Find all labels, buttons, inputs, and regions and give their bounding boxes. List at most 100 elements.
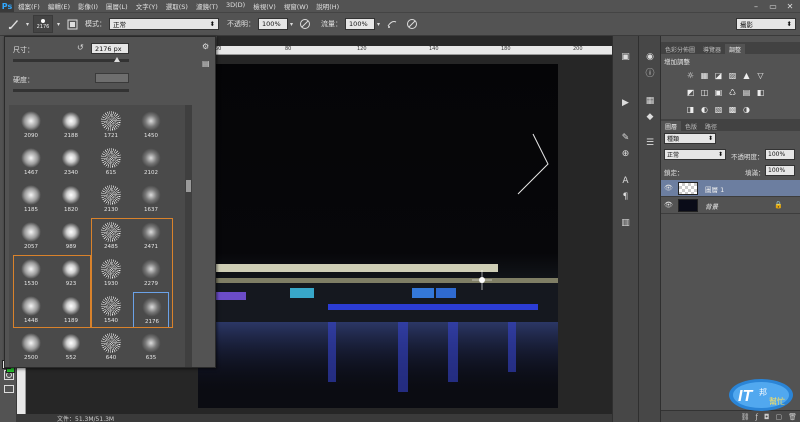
brush-preset[interactable]: 2188 — [53, 107, 89, 143]
menu-item[interactable]: 影像(I) — [74, 1, 102, 11]
tab-histogram[interactable]: 色彩分佈圖 — [661, 44, 699, 54]
tab-channels[interactable]: 色版 — [681, 121, 701, 131]
brush-preset[interactable]: 615 — [93, 144, 129, 180]
brush-preset[interactable]: 2102 — [133, 144, 169, 180]
character-panel-icon[interactable]: A — [618, 174, 633, 187]
adjustment-preset-icon[interactable]: ◩ — [685, 87, 696, 97]
brush-preset[interactable]: 2500 — [13, 329, 49, 365]
brush-preset[interactable]: 989 — [53, 218, 89, 254]
layer-row[interactable]: 👁 圖層 1 — [661, 180, 800, 197]
close-button[interactable]: ✕ — [782, 0, 798, 12]
tab-paths[interactable]: 路徑 — [701, 121, 721, 131]
brush-preset[interactable]: 640 — [93, 329, 129, 365]
adjustment-preset-icon[interactable]: ▩ — [727, 104, 738, 114]
add-mask-icon[interactable]: ◘ — [764, 413, 770, 421]
history-icon[interactable]: ▣ — [618, 50, 633, 63]
brush-preset[interactable]: 635 — [133, 329, 169, 365]
clone-source-icon[interactable]: ⊕ — [618, 147, 633, 160]
pressure-opacity-icon[interactable] — [298, 17, 312, 31]
chevron-down-icon[interactable]: ▾ — [57, 21, 60, 28]
swatches-icon[interactable]: ▦ — [643, 94, 657, 107]
brush-preset[interactable]: 2057 — [13, 218, 49, 254]
brush-preset[interactable]: 1450 — [133, 107, 169, 143]
menu-item[interactable]: 視窗(W) — [280, 1, 313, 11]
brush-preset[interactable]: 2471 — [133, 218, 169, 254]
styles-icon[interactable]: ◆ — [643, 110, 657, 123]
brush-preset[interactable]: 2176 — [133, 292, 169, 328]
brush-preset[interactable]: 552 — [53, 329, 89, 365]
adjustment-preset-icon[interactable]: ▽ — [755, 70, 766, 80]
hardness-slider[interactable] — [13, 89, 129, 92]
scroll-thumb[interactable] — [186, 180, 191, 192]
brush-preset[interactable]: 923 — [53, 255, 89, 291]
layer-kind-filter[interactable]: 種類 ⬍ — [664, 133, 716, 144]
brush-preset[interactable]: 1448 — [13, 292, 49, 328]
brush-preset-picker[interactable]: 2176 — [33, 15, 54, 33]
brush-preset[interactable]: 2279 — [133, 255, 169, 291]
tab-adjustments[interactable]: 調整 — [725, 44, 746, 54]
chevron-down-icon[interactable]: ▾ — [26, 21, 29, 28]
adjustment-preset-icon[interactable]: ▨ — [727, 70, 738, 80]
brush-preset[interactable]: 2130 — [93, 181, 129, 217]
size-slider[interactable] — [13, 59, 129, 62]
layer-row[interactable]: 👁 背景 🔒 — [661, 197, 800, 214]
menu-item[interactable]: 選取(S) — [162, 1, 192, 11]
menu-item[interactable]: 檔案(F) — [14, 1, 44, 11]
layer-opacity-input[interactable]: 100% — [765, 149, 795, 160]
adjustment-preset-icon[interactable]: ◪ — [713, 70, 724, 80]
brush-preset[interactable]: 1540 — [93, 292, 129, 328]
flow-input[interactable]: 100% — [345, 18, 376, 30]
reset-size-icon[interactable]: ↺ — [77, 43, 84, 52]
brush-preset[interactable]: 2485 — [93, 218, 129, 254]
adjustment-preset-icon[interactable]: ◑ — [741, 104, 752, 114]
tab-navigator[interactable]: 導覽器 — [699, 44, 725, 54]
airbrush-icon[interactable] — [385, 17, 399, 31]
fx-icon[interactable]: ƒ — [755, 413, 757, 421]
opacity-input[interactable]: 100% — [258, 18, 289, 30]
brush-preset[interactable]: 1721 — [93, 107, 129, 143]
new-layer-icon[interactable]: ▢ — [775, 413, 782, 421]
trash-icon[interactable]: 🗑 — [788, 413, 797, 421]
navigator-icon[interactable]: ◉ — [643, 50, 657, 63]
brush-tool-icon[interactable] — [7, 17, 21, 31]
adjustment-preset-icon[interactable]: ☼ — [685, 70, 696, 80]
brush-panel-toggle-icon[interactable] — [65, 17, 79, 31]
tab-layers[interactable]: 圖層 — [661, 121, 682, 131]
chevron-down-icon[interactable]: ▾ — [290, 21, 293, 28]
brush-preset[interactable]: 1637 — [133, 181, 169, 217]
brush-preset[interactable]: 2090 — [13, 107, 49, 143]
menu-item[interactable]: 編輯(E) — [44, 1, 74, 11]
gear-icon[interactable]: ⚙ — [202, 42, 209, 51]
brush-preset[interactable]: 1930 — [93, 255, 129, 291]
menu-item[interactable]: 說明(H) — [312, 1, 343, 11]
minimize-button[interactable]: – — [748, 0, 764, 12]
adjustment-preset-icon[interactable]: ◨ — [685, 104, 696, 114]
actions-icon[interactable]: ▶ — [618, 96, 633, 109]
menu-item[interactable]: 3D(D) — [222, 1, 249, 11]
adjustment-preset-icon[interactable]: ◐ — [699, 104, 710, 114]
new-preset-icon[interactable]: ▤ — [202, 59, 210, 68]
hardness-input[interactable] — [95, 73, 129, 83]
brush-preset[interactable]: 2340 — [53, 144, 89, 180]
brush-grid-scrollbar[interactable] — [185, 105, 192, 367]
menu-item[interactable]: 濾鏡(T) — [192, 1, 222, 11]
brush-panel-icon[interactable]: ✎ — [618, 131, 633, 144]
adjustment-preset-icon[interactable]: ◫ — [699, 87, 710, 97]
visibility-eye-icon[interactable]: 👁 — [664, 201, 673, 209]
mode-select[interactable]: 正常 ⬍ — [109, 18, 220, 30]
pressure-size-icon[interactable] — [405, 17, 419, 31]
brush-preset[interactable]: 1467 — [13, 144, 49, 180]
info-icon[interactable]: ⓘ — [643, 66, 657, 79]
brush-preset[interactable]: 1189 — [53, 292, 89, 328]
document-image[interactable] — [198, 64, 558, 408]
layer-comps-icon[interactable]: ▥ — [618, 216, 633, 229]
brush-preset[interactable]: 1530 — [13, 255, 49, 291]
size-slider-thumb[interactable] — [114, 57, 121, 62]
size-input[interactable]: 2176 px — [91, 43, 129, 54]
visibility-eye-icon[interactable]: 👁 — [664, 184, 673, 192]
adjustment-preset-icon[interactable]: ▣ — [713, 87, 724, 97]
brush-preset[interactable]: 1820 — [53, 181, 89, 217]
menu-item[interactable]: 檢視(V) — [249, 1, 280, 11]
blend-mode-select[interactable]: 正常 ⬍ — [664, 149, 726, 160]
chevron-down-icon[interactable]: ▾ — [377, 21, 380, 28]
